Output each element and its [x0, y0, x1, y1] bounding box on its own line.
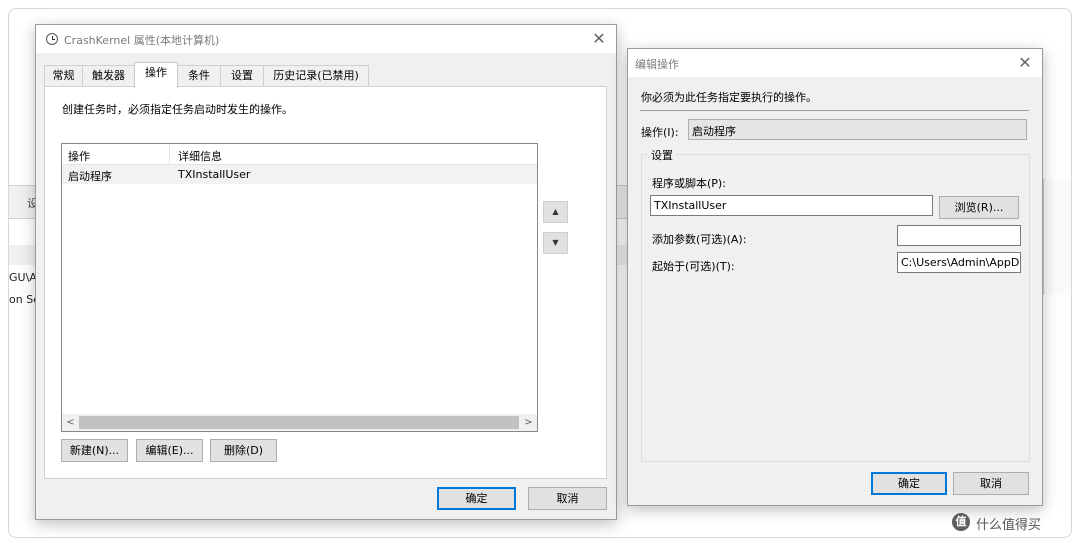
cancel-button[interactable]: 取消: [528, 487, 607, 510]
close-icon[interactable]: ✕: [1014, 53, 1036, 73]
watermark-logo-icon: 值: [952, 513, 970, 531]
properties-title: CrashKernel 属性(本地计算机): [64, 34, 220, 47]
start-in-value: C:\Users\Admin\AppD: [901, 256, 1020, 269]
scroll-left-icon[interactable]: <: [63, 415, 78, 430]
scroll-right-icon[interactable]: >: [521, 415, 536, 430]
edit-action-dialog: 编辑操作 ✕ 你必须为此任务指定要执行的操作。 操作(I): 启动程序 ⌄ 设置…: [627, 48, 1043, 506]
edit-title: 编辑操作: [635, 58, 679, 71]
column-header-action[interactable]: 操作: [68, 148, 90, 164]
properties-titlebar: CrashKernel 属性(本地计算机) ✕: [36, 25, 616, 53]
arguments-input[interactable]: [897, 225, 1021, 246]
close-icon[interactable]: ✕: [588, 29, 610, 49]
list-item-action: 启动程序: [68, 170, 112, 183]
tab-general[interactable]: 常规: [44, 65, 83, 87]
action-type-label: 操作(I):: [641, 126, 679, 139]
actions-description: 创建任务时，必须指定任务启动时发生的操作。: [62, 103, 293, 116]
cancel-button[interactable]: 取消: [953, 472, 1029, 495]
list-header: 操作 详细信息: [62, 144, 537, 165]
scrollbar-thumb[interactable]: [79, 416, 519, 429]
background-right-panel: [1043, 179, 1071, 295]
tab-settings[interactable]: 设置: [220, 65, 264, 87]
settings-group: 设置 程序或脚本(P): TXInstallUser 浏览(R)... 添加参数…: [641, 147, 1030, 462]
edit-titlebar: 编辑操作 ✕: [628, 49, 1042, 77]
action-type-select[interactable]: 启动程序 ⌄: [688, 119, 1027, 140]
settings-group-label: 设置: [648, 147, 676, 163]
tab-actions[interactable]: 操作: [134, 62, 178, 88]
program-input[interactable]: TXInstallUser: [650, 195, 933, 216]
move-down-button[interactable]: ▼: [543, 232, 568, 254]
delete-action-button[interactable]: 删除(D): [210, 439, 277, 462]
edit-action-button[interactable]: 编辑(E)...: [136, 439, 203, 462]
tab-history[interactable]: 历史记录(已禁用): [263, 65, 369, 87]
new-action-button[interactable]: 新建(N)...: [61, 439, 128, 462]
program-label: 程序或脚本(P):: [652, 177, 726, 190]
program-value: TXInstallUser: [654, 199, 727, 212]
watermark-text: 什么值得买: [976, 518, 1042, 533]
start-in-label: 起始于(可选)(T):: [652, 260, 735, 273]
browse-button[interactable]: 浏览(R)...: [939, 196, 1019, 219]
actions-list[interactable]: 操作 详细信息 启动程序 TXInstallUser < >: [61, 143, 538, 432]
edit-instruction: 你必须为此任务指定要执行的操作。: [641, 91, 817, 104]
chevron-down-icon[interactable]: ⌄: [692, 121, 1022, 134]
ok-button[interactable]: 确定: [437, 487, 516, 510]
list-item-details: TXInstallUser: [178, 168, 251, 181]
tab-triggers[interactable]: 触发器: [82, 65, 135, 87]
ok-button[interactable]: 确定: [871, 472, 947, 495]
clock-icon: [46, 33, 58, 45]
list-item[interactable]: 启动程序 TXInstallUser: [62, 165, 537, 184]
column-divider[interactable]: [169, 144, 170, 165]
move-up-button[interactable]: ▲: [543, 201, 568, 223]
separator: [640, 110, 1029, 111]
start-in-input[interactable]: C:\Users\Admin\AppD: [897, 252, 1021, 273]
horizontal-scrollbar[interactable]: < >: [62, 414, 537, 431]
arguments-label: 添加参数(可选)(A):: [652, 233, 747, 246]
tab-conditions[interactable]: 条件: [177, 65, 221, 87]
properties-dialog: CrashKernel 属性(本地计算机) ✕ 常规 触发器 操作 条件 设置 …: [35, 24, 617, 520]
actions-tab-page: 创建任务时，必须指定任务启动时发生的操作。 操作 详细信息 启动程序 TXIns…: [44, 86, 607, 479]
column-header-details[interactable]: 详细信息: [178, 148, 222, 164]
